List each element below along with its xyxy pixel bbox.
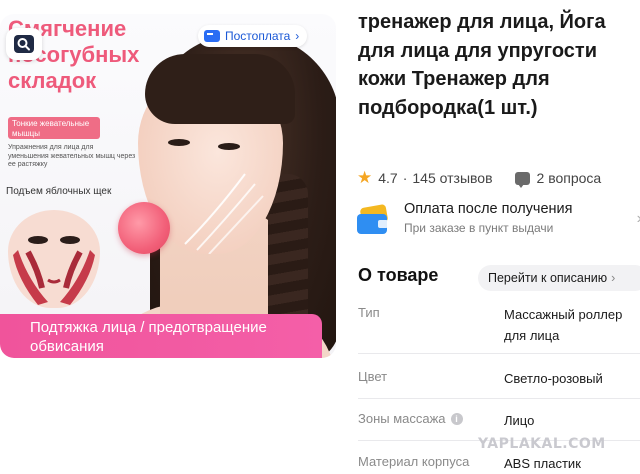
- payment-after-delivery[interactable]: Оплата после получения При заказе в пунк…: [357, 200, 640, 242]
- divider: [358, 353, 640, 354]
- promo-banner: Подтяжка лица / предотвращение обвисания: [0, 314, 322, 358]
- go-to-description-button[interactable]: Перейти к описанию ›: [478, 265, 640, 291]
- payment-title: Оплата после получения: [404, 201, 573, 217]
- cheek-label: Подъем яблочных щек: [6, 186, 112, 197]
- product-image[interactable]: Смягчение носогубных складок Тонкие жева…: [0, 14, 336, 358]
- payment-subtitle: При заказе в пункт выдачи: [404, 221, 554, 235]
- face-trainer-device: [118, 202, 170, 254]
- chevron-right-icon: ›: [611, 271, 616, 285]
- spec-label: Тип: [358, 305, 380, 320]
- postpay-chip[interactable]: Постоплата ›: [198, 25, 308, 47]
- star-icon: ★: [357, 168, 373, 187]
- lift-lines-graphic: [184, 173, 264, 254]
- spec-value: Лицо: [504, 413, 535, 428]
- go-to-description-label: Перейти к описанию: [488, 271, 608, 285]
- spec-value: Светло-розовый: [504, 371, 603, 386]
- eye-right: [218, 143, 240, 150]
- spec-value: Массажный роллер для лица: [504, 307, 623, 343]
- muscle-badge: Тонкие жевательные мышцы: [8, 117, 100, 139]
- postpay-chip-label: Постоплата: [225, 29, 291, 43]
- info-icon[interactable]: i: [450, 413, 463, 425]
- question-bubble-icon: [514, 171, 530, 188]
- separator-dot: ·: [402, 170, 408, 186]
- about-heading: О товаре: [358, 265, 439, 285]
- divider: [358, 398, 640, 399]
- spec-value: ABS пластик: [504, 456, 581, 471]
- bangs-illustration: [145, 54, 295, 124]
- spec-label: Материал корпуса: [358, 454, 470, 469]
- image-search-icon: [14, 35, 34, 53]
- product-title: тренажер для лица, Йога для лица для упр…: [358, 11, 606, 119]
- eye-left: [168, 139, 190, 146]
- questions-count[interactable]: 2 вопроса: [537, 170, 602, 186]
- watermark: YAPLAKAL.COM: [478, 436, 606, 452]
- image-search-button[interactable]: [6, 28, 42, 60]
- card-icon: [204, 30, 220, 42]
- spec-label: Зоны массажа: [358, 411, 446, 426]
- muscle-illustration: [8, 210, 100, 308]
- rating-value: 4.7: [378, 170, 398, 186]
- chevron-right-icon: ›: [295, 29, 300, 43]
- reviews-count[interactable]: 145 отзывов: [412, 170, 492, 186]
- spec-label-with-info: Зоны массажа i: [358, 410, 463, 428]
- rating-row[interactable]: ★ 4.7 · 145 отзывов 2 вопроса: [357, 168, 601, 188]
- exercise-note: Упражнения для лица для уменьшения жеват…: [8, 144, 136, 168]
- spec-label: Цвет: [358, 369, 388, 384]
- wallet-icon: [357, 203, 393, 236]
